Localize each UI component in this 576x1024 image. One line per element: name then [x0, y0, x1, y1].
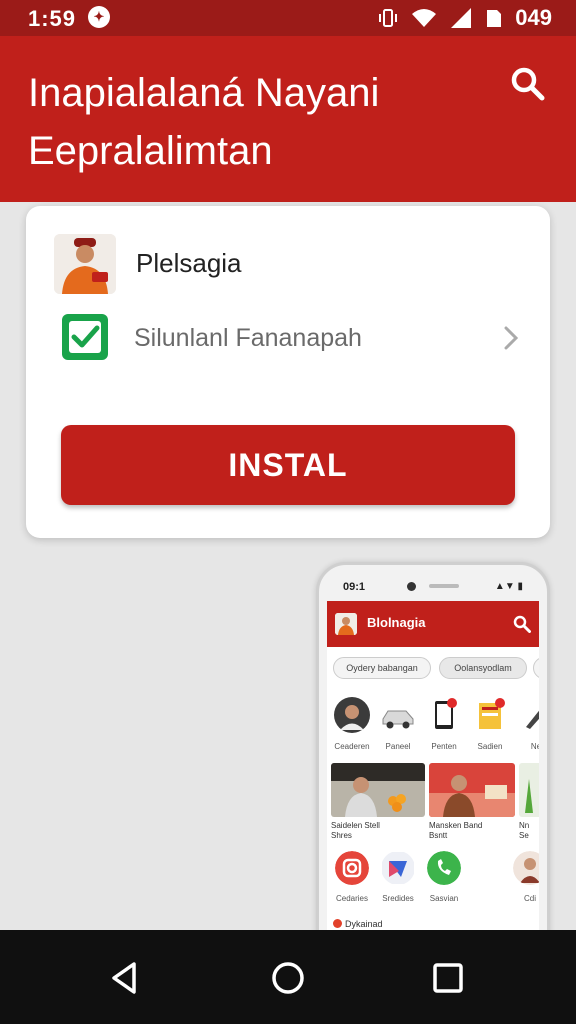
profile-app-icon: [513, 851, 539, 885]
video-thumbnail[interactable]: [331, 763, 425, 817]
chevron-right-icon[interactable]: [500, 324, 522, 352]
phone-screen: Blolnagia Oydery babangan Oolansyodlam S…: [327, 601, 539, 939]
category-item[interactable]: Ne: [513, 697, 539, 751]
status-icons: 049: [377, 4, 552, 32]
install-button[interactable]: INSTAL: [61, 425, 515, 505]
wifi-icon: [412, 9, 437, 27]
video-caption: Mansken Band Bsntt: [429, 821, 483, 840]
app-name: Plelsagia: [136, 248, 242, 278]
speaker-grille: [429, 584, 459, 588]
status-battery-text: 049: [515, 5, 552, 30]
video-caption: Saidelen Stell Shres: [331, 821, 380, 840]
gallery-app-icon: [382, 852, 414, 884]
search-button[interactable]: [510, 66, 546, 102]
app-bar: Inapialalaná Nayani Eepralalimtan: [0, 36, 576, 202]
phone-status-bar: 09:1 ▲▼ ▮: [329, 575, 541, 601]
page-title: Inapialalaná Nayani Eepralalimtan: [28, 71, 380, 173]
pen-icon: [526, 710, 539, 729]
app-item[interactable]: Sredides: [375, 851, 421, 903]
category-item[interactable]: Sadien: [467, 697, 513, 751]
camera-icon: [407, 582, 416, 591]
app-info-row: Plelsagia: [54, 234, 530, 294]
swirl-notification-icon: ✦: [88, 6, 110, 28]
category-item[interactable]: Paneel: [375, 697, 421, 751]
search-icon: [511, 67, 545, 101]
status-bar: 1:59 ✦ 049: [0, 0, 576, 36]
video-thumbnail[interactable]: [429, 763, 515, 817]
back-icon[interactable]: [104, 956, 148, 1000]
sim-icon: [487, 10, 502, 27]
tablet-icon: [435, 698, 457, 729]
person-icon: [334, 697, 370, 733]
permission-row[interactable]: Silunlanl Fananapah: [62, 314, 530, 364]
category-item[interactable]: Ceaderen: [329, 697, 375, 751]
mini-footer: Dykainad: [333, 919, 383, 929]
filter-chip[interactable]: S: [533, 657, 539, 679]
camera-app-icon: [335, 851, 369, 885]
phone-app-icon: [427, 851, 461, 885]
home-icon[interactable]: [266, 956, 310, 1000]
app-item[interactable]: Sasvian: [421, 851, 467, 903]
vibrate-icon: [379, 9, 398, 27]
car-icon: [382, 710, 414, 729]
navigation-bar: [0, 930, 576, 1024]
video-thumbnail[interactable]: [519, 763, 539, 817]
filter-chip[interactable]: Oydery babangan: [333, 657, 431, 679]
person-avatar-icon: [54, 234, 116, 294]
footer-dot-icon: [333, 919, 342, 928]
mini-app-title: Blolnagia: [367, 615, 426, 630]
filter-chip[interactable]: Oolansyodlam: [439, 657, 527, 679]
app-item[interactable]: Cdi: [507, 851, 539, 903]
search-icon[interactable]: [513, 615, 531, 633]
video-caption: Nn Se: [519, 821, 530, 840]
phone-preview: 09:1 ▲▼ ▮ Blolnagia Oydery babangan Oola…: [316, 562, 550, 942]
mini-app-bar: Blolnagia: [327, 601, 539, 647]
install-card: Plelsagia Silunlanl Fananapah INSTAL: [26, 206, 550, 538]
app-avatar: [54, 234, 116, 294]
cellular-signal-icon: [451, 8, 472, 28]
permission-label: Silunlanl Fananapah: [134, 324, 362, 352]
phone-signal-icons: ▲▼ ▮: [494, 581, 523, 592]
status-time: 1:59: [28, 6, 77, 31]
category-item[interactable]: Penten: [421, 697, 467, 751]
app-item[interactable]: Cedaries: [329, 851, 375, 903]
notes-icon: [479, 698, 505, 729]
mini-avatar: [335, 613, 357, 635]
phone-time: 09:1: [343, 581, 366, 593]
recents-icon[interactable]: [426, 956, 470, 1000]
checkbox-icon[interactable]: [62, 314, 108, 360]
